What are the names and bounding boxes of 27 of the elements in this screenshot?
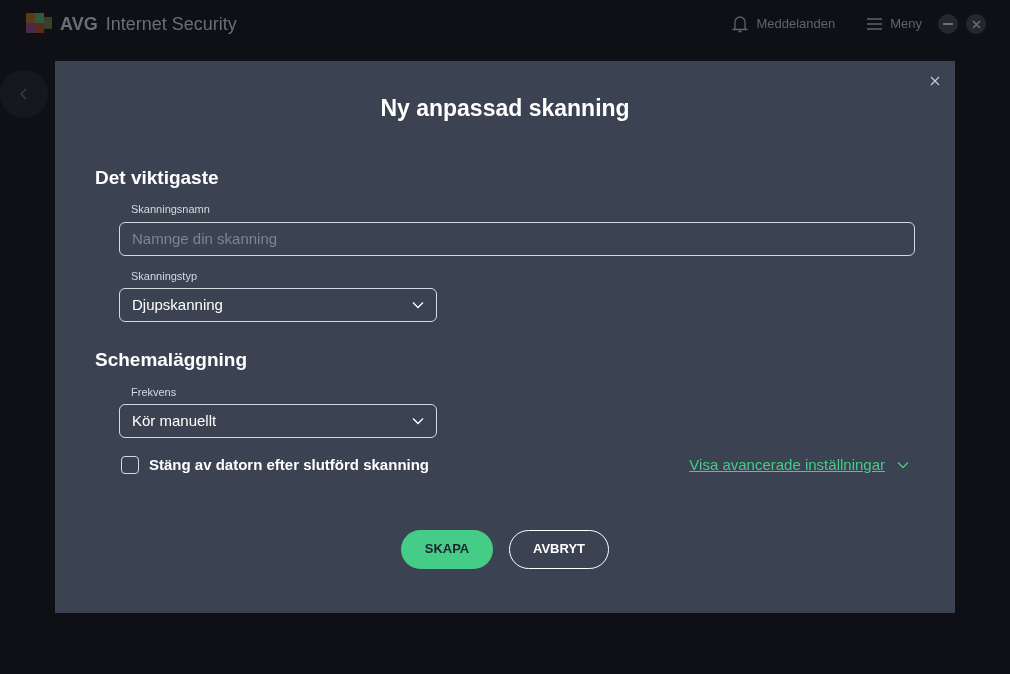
chevron-down-icon xyxy=(897,461,909,470)
bell-icon xyxy=(732,15,749,33)
create-button[interactable]: SKAPA xyxy=(401,529,493,569)
menu-icon xyxy=(867,18,883,30)
app-title: Internet Security xyxy=(105,12,237,36)
close-icon xyxy=(930,76,940,86)
minimize-button[interactable] xyxy=(938,14,958,34)
advanced-settings-link[interactable]: Visa avancerade inställningar xyxy=(689,454,885,477)
chevron-down-icon xyxy=(412,301,424,309)
field-label: Skanningstyp xyxy=(131,268,198,284)
dialog-title: Ny anpassad skanning xyxy=(380,94,630,123)
close-app-button[interactable] xyxy=(966,14,986,34)
section-heading: Det viktigaste xyxy=(95,165,220,190)
close-icon xyxy=(971,19,981,29)
checkbox[interactable] xyxy=(121,456,139,475)
minimize-icon xyxy=(943,23,953,25)
close-button[interactable] xyxy=(929,75,941,87)
input-field[interactable]: Namnge din skanning xyxy=(119,221,915,256)
chevron-left-icon xyxy=(20,88,27,100)
field-label: Frekvens xyxy=(131,384,177,400)
dropdown[interactable]: Kör manuellt xyxy=(119,404,437,438)
checkbox-label: Stäng av datorn efter slutförd skanning xyxy=(149,455,430,475)
dropdown[interactable]: Djupskanning xyxy=(119,288,437,322)
chevron-down-icon xyxy=(412,417,424,425)
brand-name: AVG xyxy=(60,12,98,36)
field-label: Skanningsnamn xyxy=(131,202,210,217)
section-heading: Schemaläggning xyxy=(95,348,249,372)
